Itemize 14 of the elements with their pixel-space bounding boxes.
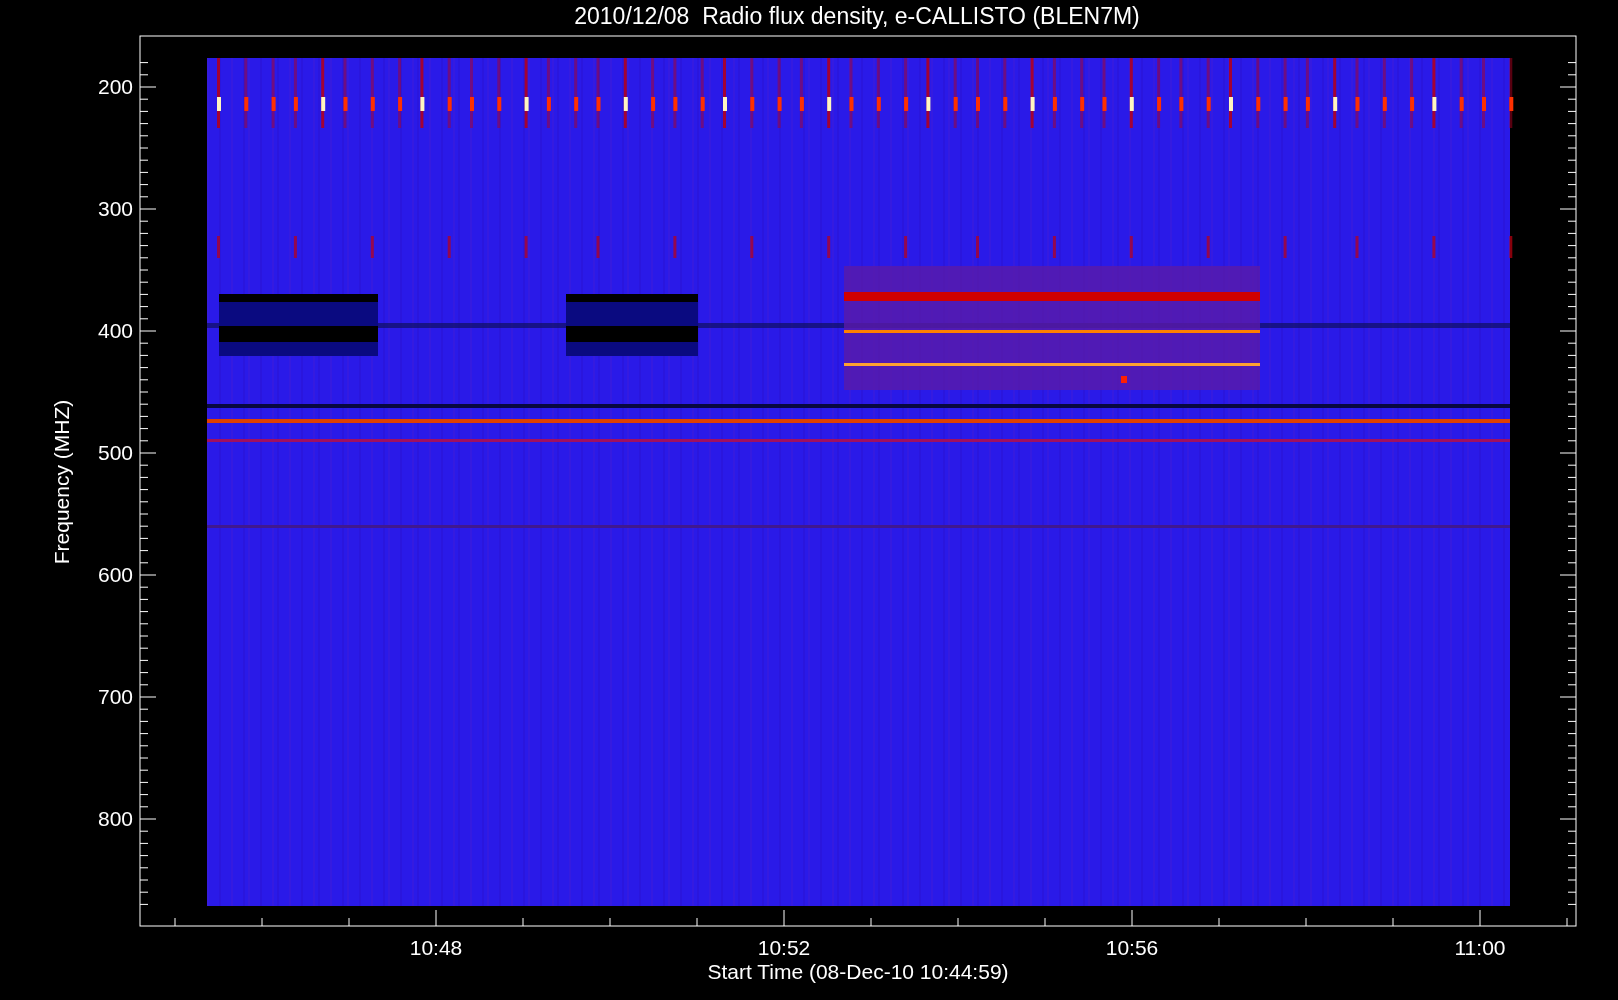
tick-label: 700 [97,685,133,708]
tick-label: 10:52 [757,936,811,959]
tick-label: 200 [97,75,133,98]
tick-label: 300 [97,197,133,220]
plot-title: 2010/12/08 Radio flux density, e-CALLISTO (BLEN7M) [574,3,1140,29]
tick-label: 10:56 [1105,936,1159,959]
tick-label: 10:48 [409,936,463,959]
tick-label: 11:00 [1454,936,1506,959]
tick-label: 600 [97,563,133,586]
axis-label: Frequency (MHZ) [50,399,73,565]
axis-label: Start Time (08-Dec-10 10:44:59) [707,960,1009,983]
tick-label: 400 [97,319,133,342]
tick-label: 800 [97,807,133,830]
tick-label: 500 [97,441,133,464]
